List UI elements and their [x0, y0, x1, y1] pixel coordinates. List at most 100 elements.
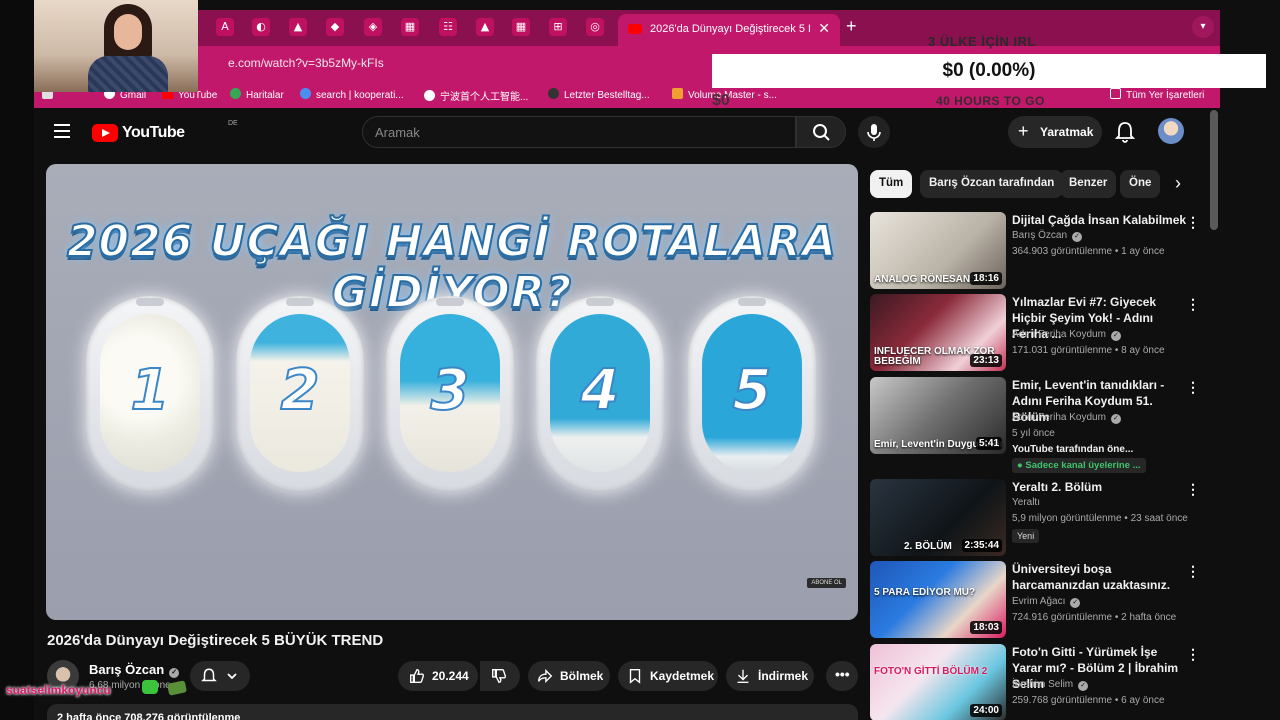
download-button[interactable]: İndirmek [726, 661, 814, 691]
tab-search-icon[interactable]: ▾ [1192, 16, 1214, 38]
recommendation-item[interactable]: FOTO'N GİTTİ BÖLÜM 2 24:00 Foto'n Gitti … [870, 644, 1200, 720]
chevron-right-icon[interactable]: › [1160, 170, 1196, 198]
thumbs-up-icon [410, 669, 424, 683]
webcam-body [88, 56, 168, 92]
more-vertical-icon[interactable]: ⋮ [1186, 379, 1200, 396]
more-vertical-icon[interactable]: ⋮ [1186, 481, 1200, 498]
voice-search-button[interactable] [858, 116, 890, 148]
video-player[interactable]: 2026 UÇAĞI HANGİ ROTALARA GİDİYOR? 1 2 3… [46, 164, 858, 620]
bookmark-all[interactable]: Tüm Yer İşaretleri [1110, 88, 1204, 101]
recommendation-item[interactable]: 2. BÖLÜM 2:35:44 Yeraltı 2. Bölüm Yeralt… [870, 479, 1200, 559]
plus-icon: + [1018, 121, 1029, 141]
share-label: Bölmek [560, 669, 604, 683]
like-button[interactable]: 20.244 [398, 661, 478, 691]
channel-name: Barış Özcan ✓ [1012, 230, 1083, 242]
recommendation-item[interactable]: INFLUECER OLMAK ZOR BEBEĞİM 23:13 Yılmaz… [870, 294, 1200, 374]
goal-subtitle: 40 HOURS TO GO [936, 94, 1045, 108]
chip-all[interactable]: Tüm [870, 170, 913, 198]
menu-icon[interactable] [54, 124, 70, 138]
recommendation-item[interactable]: Emir, Levent'in Duygularını 5:41 Emir, L… [870, 377, 1200, 473]
tab-icon-7[interactable]: ☷ [439, 18, 457, 36]
more-vertical-icon[interactable]: ⋮ [1186, 214, 1200, 231]
channel-text: İbrahim Selim [1012, 679, 1074, 690]
create-button[interactable]: + Yaratmak [1008, 116, 1102, 148]
duration-badge: 23:13 [970, 354, 1002, 367]
window-number: 2 [280, 357, 321, 424]
recommendation-item[interactable]: ANALOG RÖNESANS 18:16 Dijital Çağda İnsa… [870, 212, 1200, 292]
search-input[interactable] [375, 117, 775, 147]
channel-name: Adını Feriha Koydum ✓ [1012, 412, 1121, 424]
recommendation-item[interactable]: 5 PARA EDİYOR MU? 18:03 Üniversiteyi boş… [870, 561, 1200, 641]
tab-icon-9[interactable]: ▦ [512, 18, 530, 36]
bookmark-search[interactable]: search | kooperati... [300, 88, 404, 101]
channel-name: Yeraltı [1012, 497, 1040, 508]
chip-channel[interactable]: Barış Özcan tarafından [920, 170, 1064, 198]
description-box[interactable]: 2 hafta önce 708.276 görüntülenme [47, 704, 858, 720]
bookmark-ningbo[interactable]: 宁波首个人工智能... [424, 88, 528, 103]
video-title: Üniversiteyi boşa harcamanızdan uzaktası… [1012, 562, 1171, 592]
thumbnail-text: 2. BÖLÜM [904, 541, 952, 552]
tab-icon-5[interactable]: ◈ [364, 18, 382, 36]
video-meta: 259.768 görüntülenme • 6 ay önce [1012, 695, 1165, 706]
thumbnail-text: FOTO'N GİTTİ BÖLÜM 2 [874, 666, 988, 677]
thumbnail[interactable]: Emir, Levent'in Duygularını 5:41 [870, 377, 1006, 454]
sticker-icon [142, 680, 158, 694]
share-button[interactable]: Bölmek [528, 661, 610, 691]
youtube-header: YouTube DE + Yaratmak [34, 108, 1220, 156]
channel-name: Evrim Ağacı ✓ [1012, 596, 1081, 608]
dislike-button[interactable] [480, 661, 520, 691]
channel-name: Adını Feriha Koydum ✓ [1012, 329, 1121, 341]
page-scrollbar[interactable] [1210, 110, 1218, 230]
tab-icon-6[interactable]: ▦ [401, 18, 419, 36]
window-glass: 4 [550, 314, 650, 472]
chip-related[interactable]: Benzer [1060, 170, 1117, 198]
new-badge: Yeni [1012, 529, 1040, 543]
channel-text: Adını Feriha Koydum [1012, 412, 1106, 423]
close-tab-icon[interactable]: ✕ [818, 20, 830, 37]
bookmark-label: 宁波首个人工智能... [440, 92, 529, 103]
thumbnail[interactable]: FOTO'N GİTTİ BÖLÜM 2 24:00 [870, 644, 1006, 720]
verified-icon: ✓ [1070, 598, 1081, 608]
tab-icon-10[interactable]: ⊞ [549, 18, 567, 36]
channel-name-text: Barış Özcan [89, 662, 165, 677]
bookmark-label: Tüm Yer İşaretleri [1126, 90, 1205, 101]
bookmark-letzter[interactable]: Letzter Bestelltag... [548, 88, 650, 101]
new-tab-icon[interactable]: + [846, 16, 857, 37]
thumbnail[interactable]: ANALOG RÖNESANS 18:16 [870, 212, 1006, 289]
bookmark-maps[interactable]: Haritalar [230, 88, 284, 101]
more-vertical-icon[interactable]: ⋮ [1186, 563, 1200, 580]
thumbnail-text: ANALOG RÖNESANS [874, 274, 977, 285]
bookmark-label: search | kooperati... [316, 90, 404, 101]
tab-icon-2[interactable]: ◐ [252, 18, 270, 36]
search-button[interactable] [796, 116, 846, 148]
sticker-icon [166, 680, 188, 696]
thumbs-down-icon [492, 669, 506, 683]
tab-icon-4[interactable]: ◆ [326, 18, 344, 36]
tab-icon-3[interactable]: ▲ [289, 18, 307, 36]
window-handle [738, 298, 766, 306]
search-icon [813, 124, 830, 141]
video-title: Dijital Çağda İnsan Kalabilmek [1012, 213, 1187, 227]
more-actions-button[interactable]: ••• [826, 661, 858, 691]
tab-icon-8[interactable]: ▲ [476, 18, 494, 36]
subscription-bell-button[interactable] [190, 661, 250, 691]
notifications-bell-icon[interactable] [1114, 120, 1136, 144]
thumbnail[interactable]: INFLUECER OLMAK ZOR BEBEĞİM 23:13 [870, 294, 1006, 371]
chip-recommended[interactable]: Öne [1120, 170, 1161, 198]
bookmark-label: Letzter Bestelltag... [564, 90, 650, 101]
youtube-play-icon [92, 124, 118, 142]
tab-icon-1[interactable]: A [216, 18, 234, 36]
thumbnail[interactable]: 2. BÖLÜM 2:35:44 [870, 479, 1006, 556]
active-tab[interactable]: 2026'da Dünyayı Değiştirecek 5 BÜYÜK TRE… [618, 14, 840, 46]
url-field[interactable]: e.com/watch?v=3b5zMy-kFIs [228, 56, 384, 70]
browser-tab-bar: A ◐ ▲ ◆ ◈ ▦ ☷ ▲ ▦ ⊞ ◎ 2026'da Dünyayı De… [34, 10, 1220, 46]
account-avatar[interactable] [1158, 118, 1184, 144]
more-vertical-icon[interactable]: ⋮ [1186, 646, 1200, 663]
channel-name[interactable]: Barış Özcan ✓ [89, 662, 180, 678]
left-margin [0, 0, 34, 720]
more-vertical-icon[interactable]: ⋮ [1186, 296, 1200, 313]
thumbnail[interactable]: 5 PARA EDİYOR MU? 18:03 [870, 561, 1006, 638]
tab-icon-11[interactable]: ◎ [586, 18, 604, 36]
save-button[interactable]: Kaydetmek [618, 661, 718, 691]
streamer-name: suatselimkoyuncu [6, 683, 111, 697]
